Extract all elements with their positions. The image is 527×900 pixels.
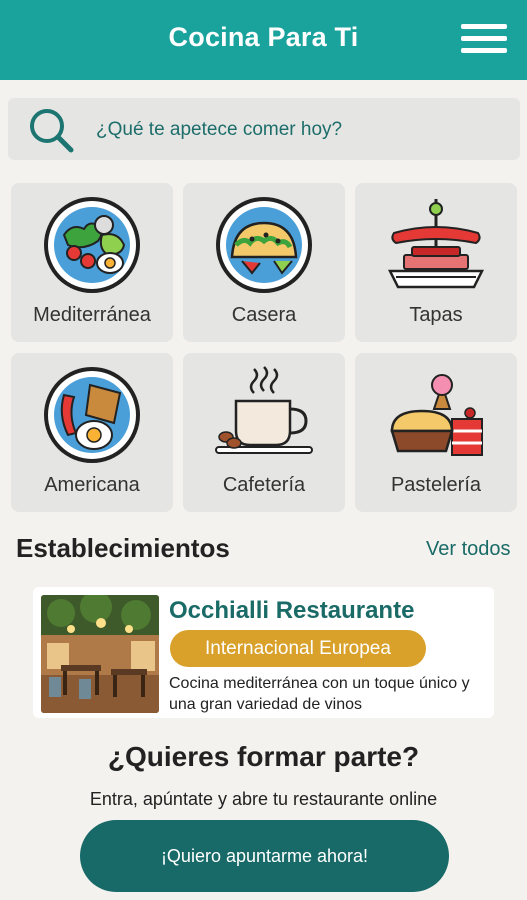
category-label: Cafetería — [222, 474, 306, 496]
category-tile-pasteleria[interactable]: Pastelería — [355, 353, 517, 512]
category-label: Mediterránea — [33, 304, 151, 326]
category-tile-cafeteria[interactable]: Cafetería — [183, 353, 345, 512]
category-tile-americana[interactable]: Americana — [11, 353, 173, 512]
category-label: Americana — [44, 474, 140, 496]
hamburger-menu-icon[interactable] — [461, 24, 507, 54]
skewer-tapas-icon — [387, 199, 485, 289]
cta-title: ¿Quieres formar parte? — [107, 741, 420, 772]
coffee-cup-icon — [215, 366, 313, 454]
app-bar: Cocina Para Ti — [0, 0, 527, 80]
restaurant-photo — [41, 595, 159, 713]
pastry-cakes-icon — [390, 374, 483, 456]
cta-subtitle: Entra, apúntate y abre tu restaurante on… — [89, 789, 438, 809]
taco-plate-icon — [216, 197, 312, 293]
salad-plate-icon — [44, 197, 140, 293]
category-tile-mediterranea[interactable]: Mediterránea — [11, 183, 173, 342]
breakfast-plate-icon — [44, 367, 140, 463]
cuisine-badge: Internacional Europea — [170, 630, 426, 667]
category-label: Pastelería — [390, 474, 482, 496]
category-label: Casera — [231, 304, 297, 326]
see-all-link[interactable]: Ver todos — [426, 538, 511, 561]
section-title: Establecimientos — [16, 533, 230, 563]
category-tile-tapas[interactable]: Tapas — [355, 183, 517, 342]
search-input[interactable] — [96, 119, 496, 141]
restaurant-description: Cocina mediterránea con un toque único y… — [169, 675, 470, 713]
category-label: Tapas — [409, 304, 463, 326]
category-tile-casera[interactable]: Casera — [183, 183, 345, 342]
restaurant-card[interactable]: Occhialli Restaurante Internacional Euro… — [33, 587, 494, 718]
signup-button[interactable]: ¡Quiero apuntarme ahora! — [80, 820, 449, 892]
search-icon[interactable] — [26, 105, 76, 155]
restaurant-name: Occhialli Restaurante — [169, 597, 415, 624]
app-title: Cocina Para Ti — [168, 22, 359, 52]
